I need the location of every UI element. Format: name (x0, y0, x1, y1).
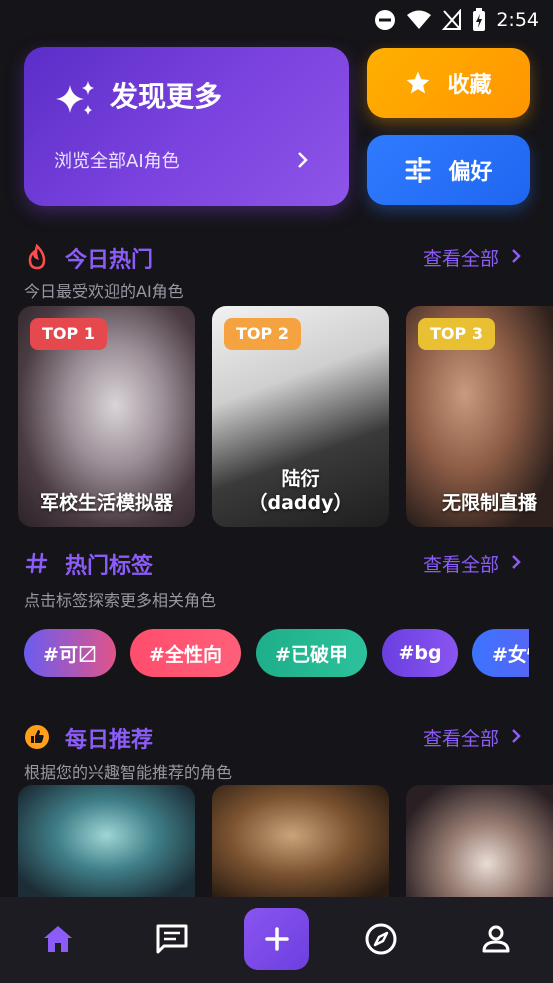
status-bar: 2:54 (0, 0, 553, 38)
chevron-right-icon[interactable] (511, 554, 521, 570)
tag-chip[interactable]: #可〼 (24, 629, 116, 677)
battery-charging-icon (473, 8, 486, 31)
hot-today-subtitle: 今日最受欢迎的AI角色 (24, 282, 184, 301)
wifi-icon (407, 10, 432, 29)
profile-icon (482, 925, 510, 953)
nav-add-button[interactable] (244, 908, 309, 970)
hot-today-title: 今日热门 (65, 248, 154, 273)
explore-icon (365, 923, 397, 955)
hot-card-3[interactable]: TOP 3 无限制直播 (406, 306, 553, 527)
nav-explore[interactable] (363, 921, 399, 957)
daily-recommend-subtitle: 根据您的兴趣智能推荐的角色 (24, 763, 233, 782)
nav-profile[interactable] (478, 921, 514, 957)
hot-card-2[interactable]: TOP 2 陆衍（daddy） (212, 306, 389, 527)
daily-recommend-see-all[interactable]: 查看全部 (423, 724, 499, 751)
tag-chip[interactable]: #已破甲 (256, 629, 367, 677)
messages-icon (156, 924, 188, 954)
hot-today-see-all[interactable]: 查看全部 (423, 244, 499, 271)
discover-title: 发现更多 (110, 80, 223, 113)
card-title: 军校生活模拟器 (40, 492, 174, 514)
rank-badge: TOP 2 (224, 318, 301, 350)
add-icon (264, 927, 289, 951)
card-title: 陆衍（daddy） (248, 468, 353, 514)
preferences-label: 偏好 (448, 160, 493, 185)
sliders-icon (405, 157, 431, 183)
bottom-nav (0, 897, 553, 983)
tag-chip[interactable]: #女性 (472, 629, 529, 677)
preferences-button[interactable]: 偏好 (367, 135, 530, 205)
chevron-right-icon[interactable] (511, 728, 521, 744)
no-signal-icon (442, 9, 462, 30)
nav-messages[interactable] (154, 921, 190, 957)
daily-recommend-header: 每日推荐 查看全部 (24, 722, 529, 753)
recommend-card-2[interactable] (212, 785, 389, 897)
hot-card-1[interactable]: TOP 1 军校生活模拟器 (18, 306, 195, 527)
star-icon (407, 71, 430, 94)
hot-tags-subtitle: 点击标签探索更多相关角色 (24, 591, 217, 610)
hot-today-header: 今日热门 查看全部 (24, 242, 529, 273)
do-not-disturb-icon (375, 10, 396, 30)
discover-subtitle: 浏览全部AI角色 (54, 151, 180, 172)
hot-tags-title: 热门标签 (65, 554, 154, 579)
thumbs-up-icon (25, 725, 49, 749)
hot-tags-see-all[interactable]: 查看全部 (423, 550, 499, 577)
recommend-card-1[interactable] (18, 785, 195, 897)
home-icon (44, 926, 72, 952)
hashtag-icon (25, 552, 48, 574)
nav-home[interactable] (40, 921, 76, 957)
chevron-right-icon (298, 152, 308, 168)
chevron-right-icon[interactable] (511, 248, 521, 264)
sparkle-icon (56, 81, 94, 115)
favorites-button[interactable]: 收藏 (367, 48, 530, 118)
hot-tags-header: 热门标签 查看全部 (24, 548, 529, 579)
tag-chip[interactable]: #bg (382, 629, 458, 677)
card-title: 无限制直播 (442, 492, 538, 514)
tag-list: #可〼 #全性向 #已破甲 #bg #女性 (24, 629, 529, 677)
fire-icon (28, 244, 46, 270)
favorites-label: 收藏 (447, 73, 492, 98)
discover-more-card[interactable]: 发现更多 浏览全部AI角色 (24, 47, 349, 206)
status-time: 2:54 (496, 9, 539, 31)
rank-badge: TOP 1 (30, 318, 107, 350)
daily-recommend-title: 每日推荐 (65, 728, 154, 753)
rank-badge: TOP 3 (418, 318, 495, 350)
recommend-card-3[interactable] (406, 785, 553, 897)
tag-chip[interactable]: #全性向 (130, 629, 241, 677)
